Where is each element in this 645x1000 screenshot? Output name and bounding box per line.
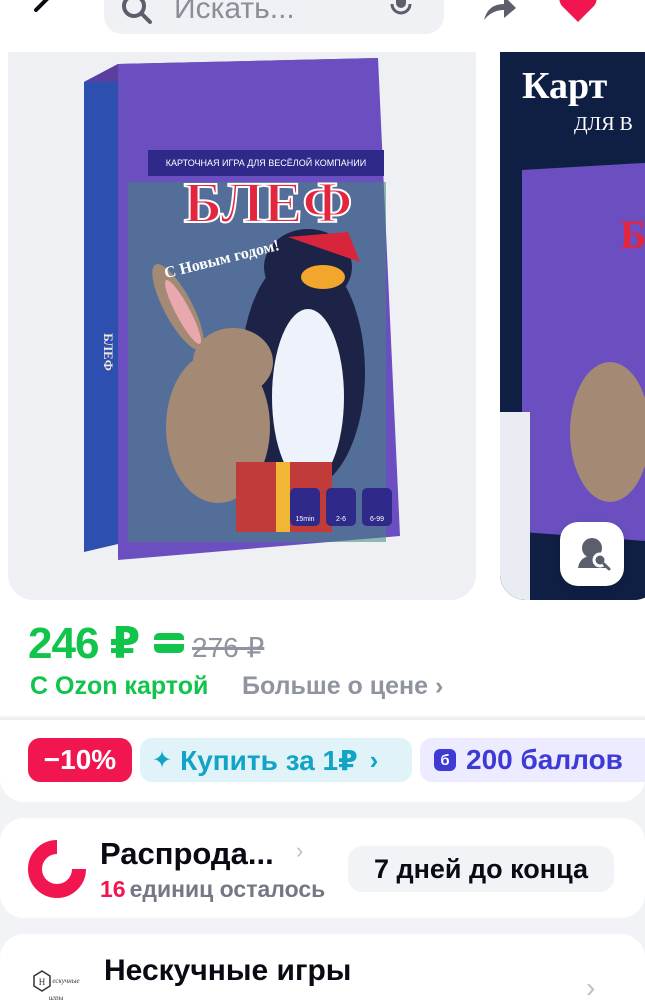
sale-card[interactable]: Распрода... › 16 единиц осталось 7 дней д… xyxy=(0,818,645,918)
svg-text:Н: Н xyxy=(39,977,46,987)
back-arrow-icon[interactable] xyxy=(22,0,68,32)
microphone-icon[interactable] xyxy=(386,0,416,25)
buy-for-1-button[interactable]: ✦ Купить за 1₽ › xyxy=(140,738,412,782)
promo-badges: −10% ✦ Купить за 1₽ › б 200 баллов xyxy=(0,720,645,802)
points-badge[interactable]: б 200 баллов xyxy=(420,738,645,782)
chevron-right-icon: › xyxy=(296,838,304,863)
ozon-card-label: С Ozon картой xyxy=(30,672,209,700)
price-block: 246 ₽ 276 ₽ С Ozon картой Больше о цене … xyxy=(0,606,645,716)
discount-badge: −10% xyxy=(28,738,132,782)
product-photo-next[interactable]: Карт ДЛЯ В БЛ xyxy=(500,52,645,600)
image-search-button[interactable] xyxy=(560,522,624,586)
current-price: 246 ₽ xyxy=(28,619,140,668)
search-bar[interactable]: Искать... xyxy=(104,0,444,34)
sparkle-icon: ✦ xyxy=(152,746,173,774)
search-icon xyxy=(120,0,154,31)
heart-icon[interactable] xyxy=(556,0,600,33)
box-spine-title: БЛЕФ xyxy=(101,333,116,371)
box-icon-age: 6-99 xyxy=(370,516,384,523)
product-gallery[interactable]: КАРТОЧНАЯ ИГРА ДЛЯ ВЕСЁЛОЙ КОМПАНИИ БЛЕФ… xyxy=(0,52,645,620)
points-icon: б xyxy=(434,749,456,771)
next-photo-title: Карт xyxy=(522,65,608,107)
box-icon-players: 2-6 xyxy=(336,516,346,523)
search-input[interactable]: Искать... xyxy=(174,0,295,26)
chevron-right-icon: › xyxy=(369,744,379,775)
buy-for-1-label: Купить за 1₽ xyxy=(180,744,358,776)
sale-title: Распрода... xyxy=(100,836,274,871)
seller-logo: Н ескучные игры xyxy=(26,968,88,1000)
top-bar: Искать... xyxy=(0,0,645,52)
svg-text:игры: игры xyxy=(49,994,64,1000)
image-search-icon xyxy=(572,532,612,577)
sale-ring-icon xyxy=(26,838,88,900)
box-title-text: БЛЕФ xyxy=(184,170,353,235)
seller-card[interactable]: Н ескучные игры Нескучные игры › xyxy=(0,934,645,1000)
units-left-count: 16 xyxy=(100,876,126,902)
old-price: 276 ₽ xyxy=(192,632,265,663)
units-left-text: единиц осталось xyxy=(129,876,326,902)
chevron-right-icon: › xyxy=(586,972,596,1000)
units-left: 16 единиц осталось xyxy=(100,876,325,903)
product-photo-main[interactable]: КАРТОЧНАЯ ИГРА ДЛЯ ВЕСЁЛОЙ КОМПАНИИ БЛЕФ… xyxy=(8,52,476,600)
days-left-badge: 7 дней до конца xyxy=(348,846,614,892)
box-icons: 15min 2-6 6-99 xyxy=(290,488,392,526)
points-label: 200 баллов xyxy=(466,744,623,775)
box-icon-time: 15min xyxy=(295,516,314,523)
ozon-card-icon xyxy=(154,633,184,653)
next-photo-subtitle: ДЛЯ В xyxy=(574,113,633,135)
box-subtitle-text: КАРТОЧНАЯ ИГРА ДЛЯ ВЕСЁЛОЙ КОМПАНИИ xyxy=(166,157,366,168)
more-about-price-link[interactable]: Больше о цене › xyxy=(242,672,443,701)
next-photo-box-title: БЛ xyxy=(620,212,645,257)
share-icon[interactable] xyxy=(478,0,518,33)
seller-name: Нескучные игры xyxy=(104,954,352,987)
svg-text:ескучные: ескучные xyxy=(52,977,79,985)
